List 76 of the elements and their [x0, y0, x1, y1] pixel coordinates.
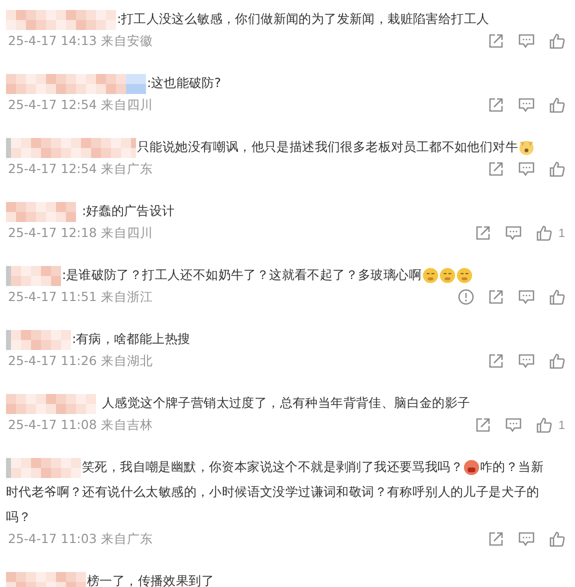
share-icon [488, 161, 504, 177]
comment-icon [518, 161, 535, 177]
share-icon [488, 289, 504, 305]
reply-button[interactable] [505, 225, 522, 241]
like-button[interactable] [549, 353, 565, 369]
blurred-username [6, 330, 71, 350]
share-button[interactable] [488, 353, 504, 369]
share-icon [488, 97, 504, 113]
comment-meta: 25-4-17 12:18 来自四川 [7, 224, 153, 242]
reply-button[interactable] [518, 33, 535, 49]
emoji-icon [438, 267, 456, 284]
comment-icon [518, 353, 535, 369]
comment-meta: 25-4-17 11:08 来自吉林 [7, 416, 153, 434]
reply-button[interactable] [505, 417, 522, 433]
share-icon [475, 417, 492, 433]
reply-button[interactable] [518, 289, 535, 305]
comment-meta: 25-4-17 12:54 来自四川 [7, 96, 153, 114]
like-button[interactable] [549, 531, 565, 547]
comment-text: 时代老爷啊？还有说什么太敏感的，小时候语文没学过谦词和敬词？有称呼别人的儿子是犬子的吗？ [6, 483, 540, 526]
thumbs-up-icon [536, 417, 552, 433]
share-icon [488, 33, 504, 49]
comment-text: 只能说她没有嘲讽，他只是描述我们很多老板对员工都不如他们对牛 [137, 139, 518, 154]
comment-icon [505, 417, 522, 433]
comment-text: :有病，啥都能上热搜 [72, 331, 190, 346]
share-button[interactable] [488, 97, 504, 113]
comment-text: 榜一了，传播效果到了 [87, 573, 214, 587]
share-button[interactable] [488, 161, 504, 177]
comment-meta: 25-4-17 14:13 来自安徽 [7, 32, 153, 50]
share-button[interactable] [488, 531, 504, 547]
report-button[interactable] [458, 289, 474, 305]
emoji-icon [456, 267, 473, 284]
warning-icon [458, 289, 474, 305]
share-button[interactable] [488, 33, 504, 49]
comment-meta: 25-4-17 11:26 来自湖北 [7, 352, 153, 370]
like-button[interactable]: 1 [536, 225, 565, 241]
comment-meta: 25-4-17 11:51 来自浙江 [7, 288, 153, 306]
thumbs-up-icon [549, 531, 565, 547]
comment-text: 咋的？当新 [480, 459, 544, 474]
thumbs-up-icon [549, 33, 565, 49]
reply-button[interactable] [518, 97, 535, 113]
comment-meta: 25-4-17 11:03 来自广东 [7, 530, 153, 548]
comment-icon [518, 289, 535, 305]
comment-text: :这也能破防? [147, 75, 221, 90]
like-button[interactable] [549, 97, 565, 113]
like-button[interactable] [549, 33, 565, 49]
thumbs-up-icon [549, 289, 565, 305]
like-button[interactable]: 1 [536, 417, 565, 433]
share-button[interactable] [475, 225, 492, 241]
thumbs-up-icon [549, 161, 565, 177]
emoji-icon [518, 139, 536, 156]
comment-icon [505, 225, 522, 241]
reply-button[interactable] [518, 353, 535, 369]
emoji-icon [463, 459, 480, 476]
like-button[interactable] [549, 161, 565, 177]
blurred-username [6, 266, 61, 286]
share-button[interactable] [475, 417, 492, 433]
comment-text: 人感觉这个牌子营销太过度了，总有种当年背背佳、脑白金的影子 [102, 395, 470, 410]
comment-text: :好蠢的广告设计 [82, 203, 175, 218]
share-icon [475, 225, 492, 241]
comment-text: 笑死，我自嘲是幽默，你资本家说这个不就是剥削了我还要骂我吗？ [82, 459, 464, 474]
thumbs-up-icon [549, 97, 565, 113]
comment-meta: 25-4-17 12:54 来自广东 [7, 160, 153, 178]
emoji-icon [422, 267, 439, 284]
share-icon [488, 353, 504, 369]
comment-text: :打工人没这么敏感，你们做新闻的为了发新闻，栽赃陷害给打工人 [117, 11, 490, 26]
comment-icon [518, 97, 535, 113]
thumbs-up-icon [536, 225, 552, 241]
like-button[interactable] [549, 289, 565, 305]
reply-button[interactable] [518, 161, 535, 177]
comment-icon [518, 33, 535, 49]
reply-button[interactable] [518, 531, 535, 547]
comment-icon [518, 531, 535, 547]
share-button[interactable] [488, 289, 504, 305]
share-icon [488, 531, 504, 547]
thumbs-up-icon [549, 353, 565, 369]
comment-text: :是谁破防了？打工人还不如奶牛了？这就看不起了？多玻璃心啊 [62, 267, 422, 282]
